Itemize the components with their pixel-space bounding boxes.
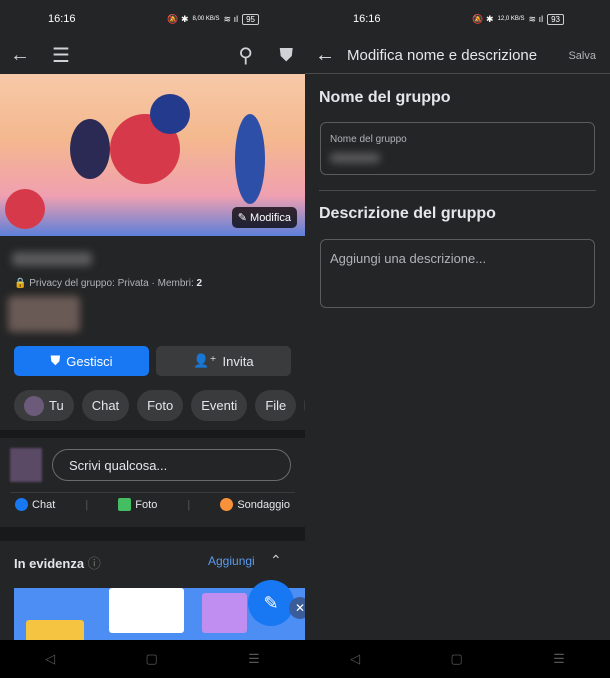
photo-icon (118, 498, 132, 511)
chip-photos[interactable]: Foto (137, 390, 184, 421)
search-icon[interactable]: ⚲ (238, 43, 253, 68)
manage-label: Gestisci (66, 353, 113, 369)
status-icons: 🔕 ✱ 12,0 KB/S ≋ ıl 93 (472, 13, 564, 25)
chip-label: Eventi (201, 398, 238, 413)
cover-photo: ✎ Modifica (0, 74, 305, 236)
add-person-icon: 👤⁺ (193, 353, 217, 368)
member-count: 2 (196, 278, 203, 289)
nav-recents-icon[interactable]: ☰ (553, 651, 565, 667)
avatar (24, 395, 44, 416)
back-arrow-icon[interactable]: ← (10, 44, 30, 67)
status-icons: 🔕 ✱ 8,00 KB/S ≋ ıl 95 (167, 13, 259, 25)
poll-action[interactable]: Sondaggio (220, 498, 290, 511)
nav-home-icon[interactable]: ▢ (451, 651, 463, 667)
flower-illustration (150, 94, 190, 134)
add-featured-link[interactable]: Aggiungi (208, 554, 255, 568)
action-label: Sondaggio (237, 498, 290, 511)
group-name-field[interactable]: Nome del gruppo (320, 122, 595, 175)
photo-action[interactable]: Foto (118, 498, 157, 511)
description-section-title: Descrizione del gruppo (319, 205, 496, 222)
nav-back-icon[interactable]: ◁ (45, 651, 55, 667)
messenger-icon (15, 498, 29, 511)
compose-fab[interactable]: ✎ (248, 580, 294, 626)
page-title: Modifica nome e descrizione (347, 47, 538, 64)
clock: 16:16 (353, 13, 381, 25)
chip-label: Tu (49, 398, 64, 413)
nav-back-icon[interactable]: ◁ (350, 651, 360, 667)
divider (0, 430, 305, 438)
name-section-title: Nome del gruppo (319, 89, 451, 106)
collapse-chevron-icon[interactable]: ⌃ (270, 552, 282, 569)
save-button[interactable]: Salva (568, 50, 596, 62)
system-nav-bar: ◁ ▢ ☰ (0, 640, 305, 678)
close-icon[interactable]: ✕ (289, 597, 305, 619)
member-avatars-blurred (8, 296, 80, 332)
edit-cover-label: Modifica (250, 212, 291, 224)
composer-input[interactable]: Scrivi qualcosa... (52, 449, 291, 481)
chip-you[interactable]: Tu (14, 390, 74, 421)
group-name-value-blurred (330, 153, 380, 163)
action-label: Foto (135, 498, 158, 511)
edit-name-screen: 16:16 🔕 ✱ 12,0 KB/S ≋ ıl 93 ← Modifica n… (305, 0, 610, 678)
battery-icon: 95 (242, 13, 259, 25)
chip-label: Foto (147, 398, 174, 413)
chip-events[interactable]: Eventi (191, 390, 248, 421)
admin-shield-icon[interactable]: ⛊ (280, 45, 294, 66)
user-avatar (10, 448, 42, 482)
chat-action[interactable]: Chat (15, 498, 55, 511)
featured-title-text: In evidenza (14, 556, 85, 571)
header: ← Modifica nome e descrizione Salva (305, 38, 610, 74)
divider (319, 190, 596, 191)
privacy-text: Privacy del gruppo: Privata · Membri: (29, 278, 197, 289)
nav-recents-icon[interactable]: ☰ (248, 651, 260, 667)
portrait-illustration (202, 593, 247, 633)
person-illustration (70, 119, 110, 179)
description-field[interactable]: Aggiungi una descrizione... (320, 239, 595, 308)
composer-actions: Chat | Foto | Sondaggio (0, 498, 305, 511)
system-nav-bar: ◁ ▢ ☰ (305, 640, 610, 678)
group-name-blurred (12, 252, 92, 266)
status-bar: 16:16 🔕 ✱ 8,00 KB/S ≋ ıl 95 (0, 0, 305, 38)
manage-button[interactable]: ⛊ Gestisci (14, 346, 149, 376)
group-screen: 16:16 🔕 ✱ 8,00 KB/S ≋ ıl 95 ← ☰ ⚲ ⛊ ✎ Mo… (0, 0, 305, 678)
invite-button[interactable]: 👤⁺ Invita (156, 346, 291, 376)
battery-icon: 93 (547, 13, 564, 25)
top-bar: ← ☰ ⚲ ⛊ (0, 38, 305, 72)
net-speed: 8,00 KB/S (192, 16, 220, 22)
status-bar: 16:16 🔕 ✱ 12,0 KB/S ≋ ıl 93 (305, 0, 610, 38)
chip-chat[interactable]: Chat (81, 390, 130, 421)
menu-icon[interactable]: ☰ (52, 43, 70, 68)
clock: 16:16 (48, 13, 76, 25)
tab-chips: Tu Chat Foto Eventi File F (14, 390, 305, 421)
privacy-info: 🔒 Privacy del gruppo: Privata · Membri: … (14, 278, 203, 289)
person-illustration (235, 114, 265, 204)
edit-icon: ✎ (263, 592, 279, 613)
description-placeholder: Aggiungi una descrizione... (330, 251, 487, 266)
chip-files[interactable]: File (255, 390, 297, 421)
info-icon[interactable]: ⓘ (88, 556, 101, 571)
card-illustration (109, 588, 184, 633)
chip-label: File (265, 398, 287, 413)
shield-icon: ⛊ (50, 353, 61, 368)
featured-title: In evidenza ⓘ (14, 553, 101, 572)
invite-label: Invita (222, 353, 254, 369)
person-illustration (5, 189, 45, 229)
net-speed: 12,0 KB/S (497, 16, 525, 22)
back-arrow-icon[interactable]: ← (315, 44, 335, 67)
composer-placeholder: Scrivi qualcosa... (69, 457, 168, 473)
divider (10, 492, 295, 493)
chip-label: Chat (91, 398, 120, 413)
edit-cover-button[interactable]: ✎ Modifica (231, 207, 297, 228)
nav-home-icon[interactable]: ▢ (146, 651, 158, 667)
poll-icon (220, 498, 234, 511)
action-label: Chat (32, 498, 56, 511)
field-label: Nome del gruppo (330, 134, 407, 145)
divider (0, 527, 305, 541)
